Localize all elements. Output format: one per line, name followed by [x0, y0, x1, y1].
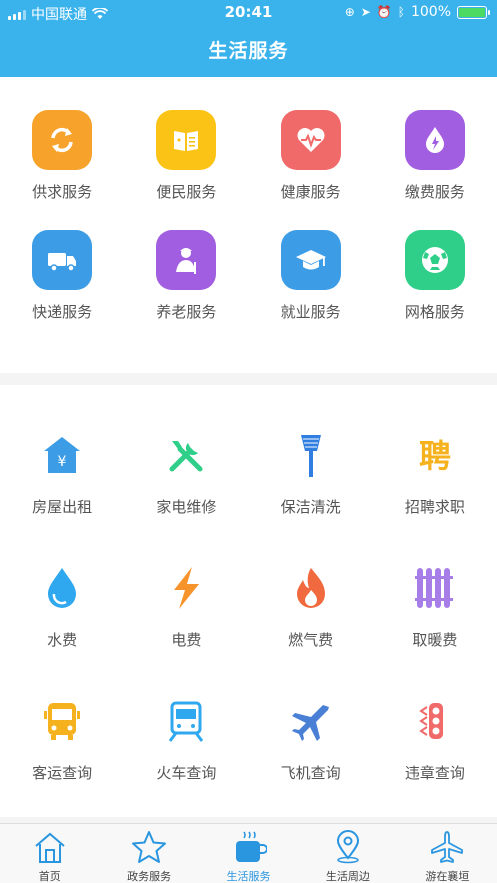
radiator-icon: [405, 558, 465, 618]
service-recruit[interactable]: 聘 招聘求职: [373, 425, 497, 558]
tab-label: 生活周边: [325, 870, 370, 883]
service-traffic-light[interactable]: 违章查询: [373, 691, 497, 824]
broom-icon: [281, 425, 341, 485]
featured-services-panel: 供求服务 便民服务 健康服务 缴费服务 快递服务 养老服务 就业服务 网格服务: [0, 77, 497, 373]
battery-icon: [457, 5, 490, 19]
coffee-cup-icon: [231, 830, 268, 867]
tab-star[interactable]: 政务服务: [99, 824, 198, 883]
service-train[interactable]: 火车查询: [124, 691, 248, 824]
tab-label: 生活服务: [226, 870, 271, 883]
service-water-drop[interactable]: 水费: [0, 558, 124, 691]
airplane-icon: [429, 830, 465, 867]
service-label: 家电维修: [156, 498, 217, 516]
tab-home[interactable]: 首页: [0, 824, 99, 883]
tools-icon: [156, 425, 216, 485]
service-label: 便民服务: [156, 183, 217, 201]
water-drop-icon: [32, 558, 92, 618]
location-arrow-icon: ➤: [360, 5, 371, 19]
bluetooth-icon: ᛒ: [397, 5, 405, 19]
house-icon: ¥: [32, 425, 92, 485]
exchange-icon: [32, 110, 93, 170]
service-label: 供求服务: [32, 183, 93, 201]
tab-coffee-cup[interactable]: 生活服务: [199, 824, 298, 883]
app-header: 中国联通 20:41 ⊕ ➤ ⏰ ᛒ 100% 生活服务: [0, 0, 497, 77]
service-label: 健康服务: [280, 183, 341, 201]
service-label: 火车查询: [156, 764, 217, 782]
traffic-light-icon: [405, 691, 465, 751]
status-bar: 中国联通 20:41 ⊕ ➤ ⏰ ᛒ 100%: [0, 0, 497, 26]
service-label: 缴费服务: [404, 183, 465, 201]
soccer-ball-icon: [404, 230, 465, 290]
elder-icon: [156, 230, 217, 290]
service-label: 养老服务: [156, 303, 217, 321]
book-icon: [156, 110, 217, 170]
service-airplane[interactable]: 飞机查询: [249, 691, 373, 824]
svg-text:¥: ¥: [58, 454, 67, 470]
alarm-icon: ⏰: [376, 5, 392, 19]
service-label: 飞机查询: [280, 764, 341, 782]
service-broom[interactable]: 保洁清洗: [249, 425, 373, 558]
service-soccer-ball[interactable]: 网格服务: [373, 230, 497, 322]
service-radiator[interactable]: 取暖费: [373, 558, 497, 691]
service-truck[interactable]: 快递服务: [0, 230, 124, 322]
service-label: 就业服务: [280, 303, 341, 321]
airplane-icon: [281, 691, 341, 751]
tab-airplane[interactable]: 游在襄垣: [398, 824, 497, 883]
flame-icon: [281, 558, 341, 618]
service-exchange[interactable]: 供求服务: [0, 110, 124, 202]
train-icon: [156, 691, 216, 751]
service-label: 快递服务: [32, 303, 93, 321]
service-bus[interactable]: 客运查询: [0, 691, 124, 824]
truck-icon: [32, 230, 93, 290]
droplet-icon: [404, 110, 465, 170]
page-title: 生活服务: [208, 40, 289, 62]
lock-rotation-icon: ⊕: [344, 5, 355, 19]
service-label: 取暖费: [412, 631, 458, 649]
service-label: 电费: [171, 631, 202, 649]
service-lightning[interactable]: 电费: [124, 558, 248, 691]
service-flame[interactable]: 燃气费: [249, 558, 373, 691]
service-label: 房屋出租: [32, 498, 93, 516]
service-label: 网格服务: [404, 303, 465, 321]
tab-location-pin[interactable]: 生活周边: [298, 824, 397, 883]
service-label: 水费: [47, 631, 78, 649]
location-pin-icon: [330, 830, 366, 867]
service-book[interactable]: 便民服务: [124, 110, 248, 202]
tab-label: 首页: [38, 870, 61, 883]
star-icon: [131, 830, 167, 867]
service-graduation-cap[interactable]: 就业服务: [249, 230, 373, 322]
life-services-panel: ¥ 房屋出租 家电维修 保洁清洗 聘 招聘求职 水费 电费 燃气费 取暖费 客运查…: [0, 385, 497, 817]
heart-icon: [280, 110, 341, 170]
graduation-cap-icon: [280, 230, 341, 290]
service-tools[interactable]: 家电维修: [124, 425, 248, 558]
tab-bar: 首页 政务服务 生活服务 生活周边 游在襄垣: [0, 823, 497, 883]
bus-icon: [32, 691, 92, 751]
service-droplet[interactable]: 缴费服务: [373, 110, 497, 202]
home-icon: [32, 830, 68, 867]
service-label: 燃气费: [288, 631, 334, 649]
service-label: 招聘求职: [404, 498, 465, 516]
tab-label: 游在襄垣: [425, 870, 470, 883]
service-house[interactable]: ¥ 房屋出租: [0, 425, 124, 558]
battery-percent: 100%: [410, 4, 451, 20]
service-heart[interactable]: 健康服务: [249, 110, 373, 202]
service-label: 保洁清洗: [280, 498, 341, 516]
lightning-icon: [156, 558, 216, 618]
tab-label: 政务服务: [127, 870, 172, 883]
service-label: 违章查询: [404, 764, 465, 782]
svg-text:聘: 聘: [419, 437, 451, 475]
recruit-icon: 聘: [405, 425, 465, 485]
service-elder[interactable]: 养老服务: [124, 230, 248, 322]
service-label: 客运查询: [32, 764, 93, 782]
